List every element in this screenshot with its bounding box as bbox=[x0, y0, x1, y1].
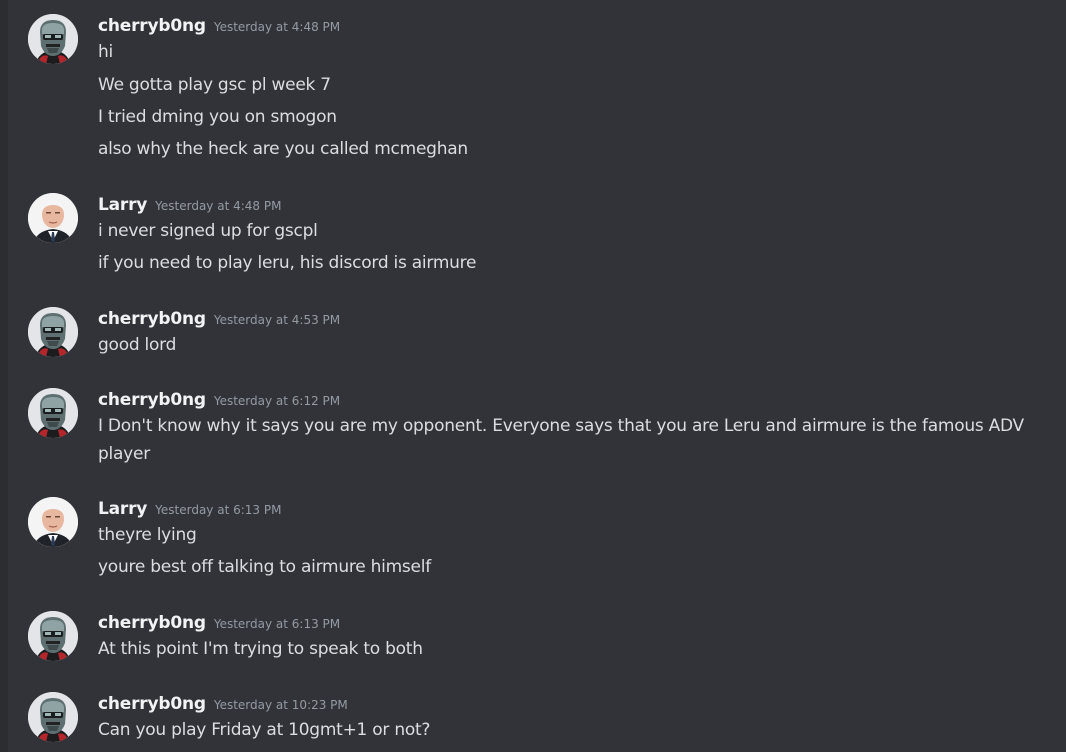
username[interactable]: cherryb0ng bbox=[98, 16, 206, 36]
message-text: youre best off talking to airmure himsel… bbox=[98, 557, 431, 577]
message-timestamp[interactable]: Yesterday at 4:53 PM bbox=[214, 313, 340, 327]
masked-villain-avatar-icon[interactable] bbox=[28, 611, 78, 661]
message-timestamp[interactable]: Yesterday at 4:48 PM bbox=[214, 20, 340, 34]
masked-villain-avatar-icon[interactable] bbox=[28, 388, 78, 438]
chat-message-list[interactable]: cherryb0ng Yesterday at 4:48 PM hi We gotta… bbox=[0, 0, 1066, 752]
message-text: if you need to play leru, his discord is… bbox=[98, 253, 477, 273]
message-timestamp[interactable]: Yesterday at 6:12 PM bbox=[214, 394, 340, 408]
message-timestamp[interactable]: Yesterday at 6:13 PM bbox=[155, 503, 281, 517]
message-header: cherryb0ng Yesterday at 6:12 PM bbox=[98, 388, 340, 412]
message-text: good lord bbox=[98, 335, 177, 355]
message-timestamp[interactable]: Yesterday at 6:13 PM bbox=[214, 617, 340, 631]
white-haired-man-avatar-icon[interactable] bbox=[28, 497, 78, 547]
masked-villain-avatar-icon[interactable] bbox=[28, 14, 78, 64]
message-header: cherryb0ng Yesterday at 6:13 PM bbox=[98, 611, 340, 635]
message-header: Larry Yesterday at 4:48 PM bbox=[98, 193, 281, 217]
message-header: cherryb0ng Yesterday at 4:53 PM bbox=[98, 307, 340, 331]
message-header: cherryb0ng Yesterday at 10:23 PM bbox=[98, 692, 348, 716]
white-haired-man-avatar-icon[interactable] bbox=[28, 193, 78, 243]
message-text: hi bbox=[98, 42, 113, 62]
username[interactable]: cherryb0ng bbox=[98, 309, 206, 329]
masked-villain-avatar-icon[interactable] bbox=[28, 307, 78, 357]
username[interactable]: cherryb0ng bbox=[98, 390, 206, 410]
message-header: cherryb0ng Yesterday at 4:48 PM bbox=[98, 14, 340, 38]
message-text: also why the heck are you called mcmegha… bbox=[98, 139, 468, 159]
message-text: At this point I'm trying to speak to bot… bbox=[98, 639, 423, 659]
sidebar-edge bbox=[0, 0, 8, 752]
message-text: i never signed up for gscpl bbox=[98, 221, 318, 241]
message-timestamp[interactable]: Yesterday at 10:23 PM bbox=[214, 698, 348, 712]
message-text: We gotta play gsc pl week 7 bbox=[98, 75, 331, 95]
message-header: Larry Yesterday at 6:13 PM bbox=[98, 497, 281, 521]
username[interactable]: cherryb0ng bbox=[98, 613, 206, 633]
message-text: I Don't know why it says you are my oppo… bbox=[98, 416, 1024, 464]
message-text: theyre lying bbox=[98, 525, 197, 545]
message-timestamp[interactable]: Yesterday at 4:48 PM bbox=[155, 199, 281, 213]
message-text: Can you play Friday at 10gmt+1 or not? bbox=[98, 720, 431, 740]
username[interactable]: Larry bbox=[98, 499, 147, 519]
username[interactable]: Larry bbox=[98, 195, 147, 215]
username[interactable]: cherryb0ng bbox=[98, 694, 206, 714]
masked-villain-avatar-icon[interactable] bbox=[28, 692, 78, 742]
message-text: I tried dming you on smogon bbox=[98, 107, 337, 127]
